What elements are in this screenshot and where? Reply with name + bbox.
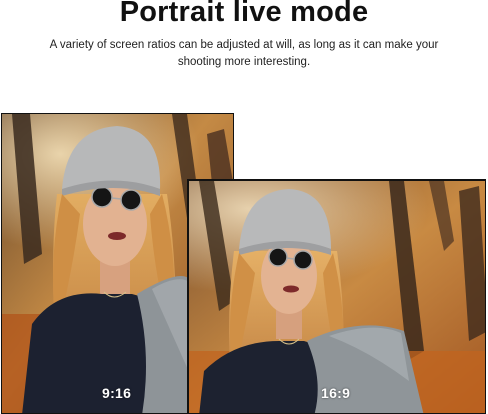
page-title: Portrait live mode [119, 0, 369, 28]
photo-landscape-16-9: 16:9 [187, 179, 486, 414]
page-subtitle: A variety of screen ratios can be adjust… [49, 39, 439, 68]
ratio-label-9-16: 9:16 [102, 385, 132, 401]
ratio-label-16-9: 16:9 [321, 385, 351, 401]
landscape-photo-illustration [189, 181, 485, 413]
